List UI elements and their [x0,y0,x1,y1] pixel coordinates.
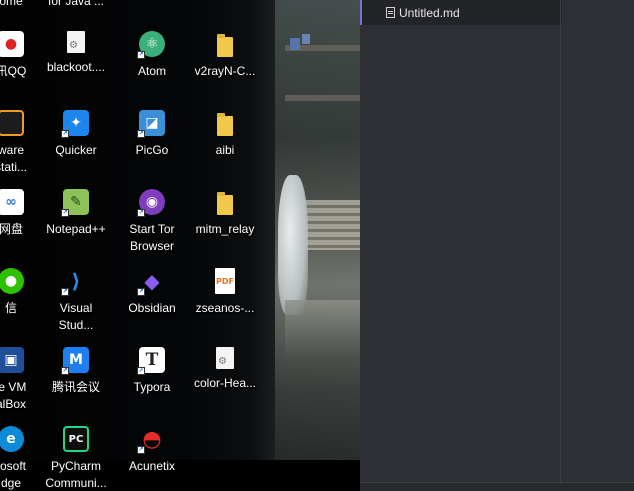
desktop-icon-tor-browser[interactable]: ◉ ↗ Start Tor Browser [113,189,191,255]
quicker-icon: ✦ ↗ [61,110,89,138]
desktop-icon-vscode[interactable]: ⟩ ↗ Visual Stud... [37,268,115,334]
tor-browser-icon: ◉ ↗ [137,189,165,217]
icon-label: blackoot.... [46,60,106,74]
file-tab-untitled[interactable]: Untitled.md [362,0,562,25]
icon-label: Atom [137,64,166,78]
icon-label: color-Hea... [193,376,257,390]
desktop-icon-acunetix[interactable]: ◓ ↗ Acunetix [113,426,191,475]
wallpaper-books [300,200,360,250]
file-tab-label: Untitled.md [399,5,460,20]
wechat-icon: ● [0,268,24,294]
icon-label: for Java ... [47,0,105,8]
document-icon [386,7,395,18]
desktop-icon-atom[interactable]: ⚛ ↗ Atom [113,31,191,80]
edge-icon: e [0,426,24,452]
icon-label: zseanos-... [195,301,255,315]
icon-label: mitm_relay [195,222,255,236]
pycharm-icon: PC [63,426,89,452]
wallpaper-detail [302,34,310,44]
pdf-file-icon: PDF [215,268,235,294]
notepadpp-icon: ✎ ↗ [61,189,89,217]
icon-label: Acunetix [128,459,176,473]
atom-icon: ⚛ ↗ [137,31,165,59]
icon-label: PyCharm Communi... [45,459,107,490]
desktop-icon-notepadpp[interactable]: ✎ ↗ Notepad++ [37,189,115,238]
icon-label: v2rayN-C... [194,64,256,78]
pane-divider[interactable] [560,0,561,491]
desktop-icon-quicker[interactable]: ✦ ↗ Quicker [37,110,115,159]
baidu-netdisk-icon: ∞ [0,189,24,215]
icon-label: 腾讯会议 [51,380,100,394]
desktop-icon-obsidian[interactable]: ◆ ↗ Obsidian [113,268,191,317]
wallpaper-detail [290,38,300,50]
qq-icon: ● [0,31,24,57]
icon-label: Quicker [55,143,97,157]
icon-label: Obsidian [128,301,176,315]
desktop-icon-mitm-relay[interactable]: mitm_relay [186,189,264,238]
typora-icon: T ↗ [137,347,165,375]
desktop-icon-pycharm[interactable]: PC PyCharm Communi... [37,426,115,491]
desktop-icon-java-tool[interactable]: for Java ... [37,0,115,10]
tencent-meeting-icon: M ↗ [61,347,89,375]
wallpaper-figure [278,175,308,315]
icon-label: Typora [133,380,171,394]
icon-label: Visual Stud... [58,301,94,332]
blackoot-file-icon: ⚙ [67,31,85,53]
wallpaper-desk [285,300,360,360]
wallpaper-shelf [285,95,360,101]
editor-window: Untitled.md [360,0,634,491]
desktop-icon-typora[interactable]: T ↗ Typora [113,347,191,396]
desktop-icon-aibi[interactable]: aibi [186,110,264,159]
desktop-icon-color-header[interactable]: ⚙ color-Hea... [186,347,264,392]
desktop-icon-blackoot[interactable]: ⚙ blackoot.... [37,31,115,76]
icon-label: Start Tor Browser [129,222,175,253]
desktop-icon-tencent-meeting[interactable]: M ↗ 腾讯会议 [37,347,115,396]
desktop-icon-zseanos-pdf[interactable]: PDF zseanos-... [186,268,264,317]
vscode-icon: ⟩ ↗ [61,269,81,296]
desktop-icon-v2rayn[interactable]: v2rayN-C... [186,31,264,80]
icon-label: Notepad++ [46,222,106,236]
picgo-icon: ◪ ↗ [137,110,165,138]
vmware-icon [0,110,24,136]
icon-label: aibi [215,143,235,157]
folder-icon [217,34,233,57]
folder-icon [217,192,233,215]
folder-icon [217,113,233,136]
obsidian-icon: ◆ ↗ [137,269,160,296]
desktop: ome for Java ... ● 讯QQ ⚙ blackoot.... ⚛ ↗… [0,0,360,491]
config-file-icon: ⚙ [216,347,234,369]
status-bar [360,482,634,491]
desktop-icon-picgo[interactable]: ◪ ↗ PicGo [113,110,191,159]
acunetix-icon: ◓ ↗ [137,426,162,454]
icon-label: PicGo [135,143,169,157]
virtualbox-icon: ▣ [0,347,24,373]
